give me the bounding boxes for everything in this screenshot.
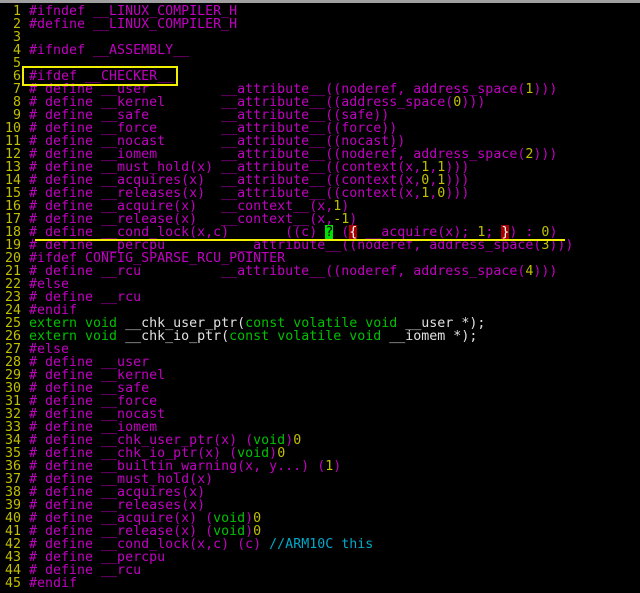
- code-token: __iomem *);: [389, 329, 478, 344]
- highlight-box-line-6: [22, 66, 178, 86]
- code-line[interactable]: 4 #ifndef __ASSEMBLY__: [5, 44, 573, 57]
- code-token: ))): [533, 264, 558, 279]
- code-token: ))): [533, 147, 558, 162]
- code-line[interactable]: 2 #define __LINUX_COMPILER_H: [5, 18, 573, 31]
- code-token: #endif: [29, 576, 78, 591]
- code-token: #ifndef __ASSEMBLY__: [29, 43, 190, 58]
- code-line[interactable]: 45 #endif: [5, 577, 573, 590]
- code-editor[interactable]: 1 #ifndef __LINUX_COMPILER_H 2 #define __L…: [5, 5, 573, 590]
- code-line[interactable]: 44 # define __rcu: [5, 564, 573, 577]
- code-token: # define __rcu __attribute__((noderef, a…: [29, 264, 526, 279]
- line-number: 45: [5, 576, 22, 591]
- code-token: ): [285, 433, 294, 448]
- code-token: 0: [293, 433, 302, 448]
- code-token: ): [333, 459, 342, 474]
- code-token: ))): [445, 186, 470, 201]
- code-token: __chk_io_ptr(: [125, 329, 230, 344]
- window-top-border: [0, 0, 640, 3]
- code-line[interactable]: 23 # define __rcu: [5, 291, 573, 304]
- code-line[interactable]: 26 extern void __chk_io_ptr(const volatil…: [5, 330, 573, 343]
- code-token: const volatile void: [229, 329, 390, 344]
- code-token: #define __LINUX_COMPILER_H: [29, 17, 238, 32]
- code-line[interactable]: 21 # define __rcu __attribute__((noderef,…: [5, 265, 573, 278]
- code-token: //ARM10C this: [269, 537, 374, 552]
- code-token: ))): [461, 95, 486, 110]
- code-token: ))): [533, 82, 558, 97]
- cursor-line-underline: [35, 239, 565, 241]
